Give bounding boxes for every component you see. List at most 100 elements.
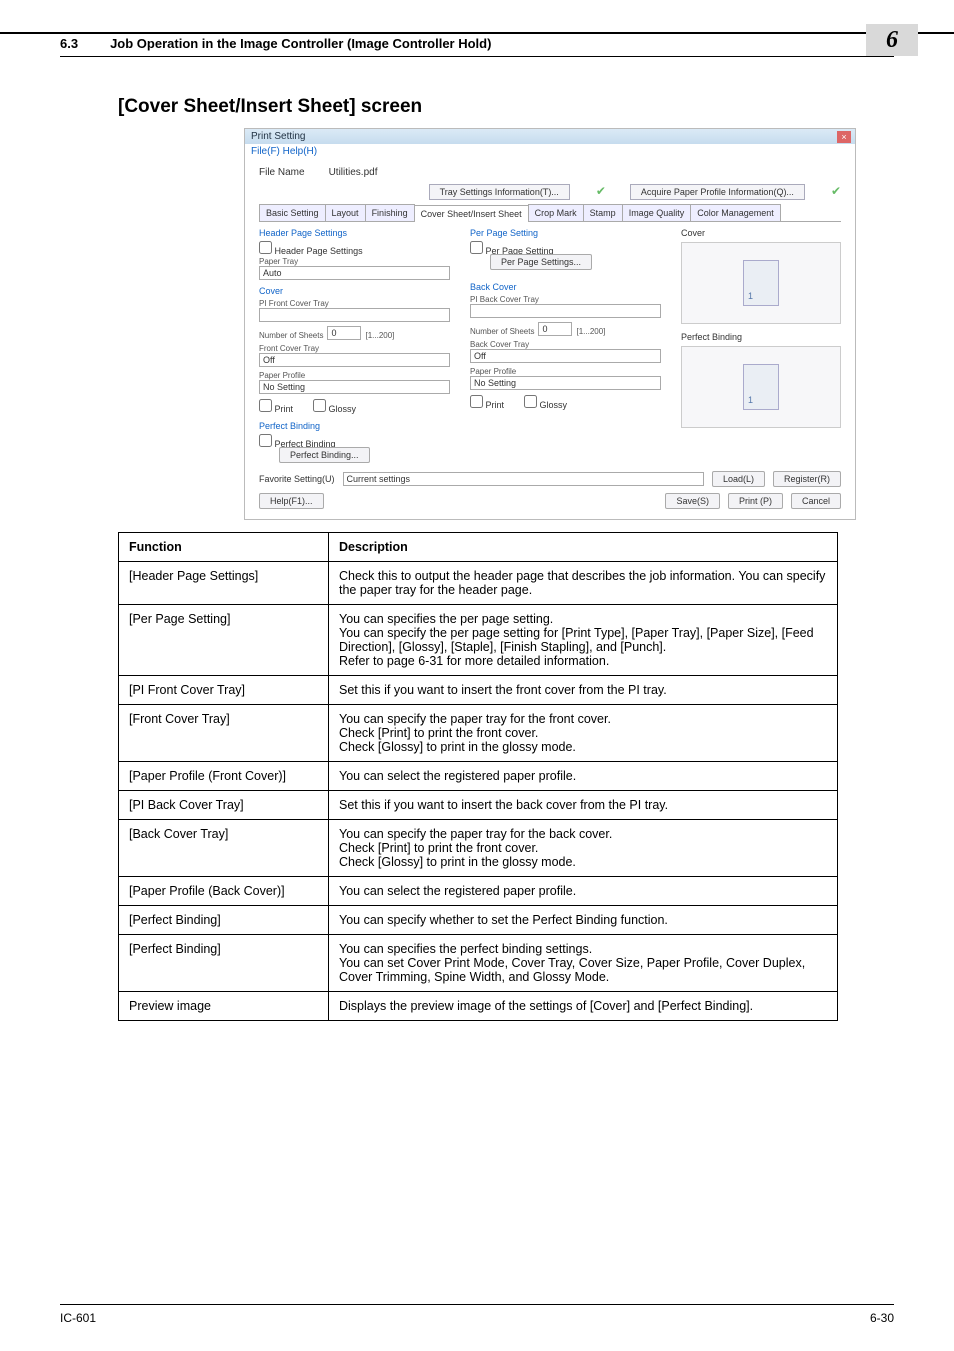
tab-basic-setting[interactable]: Basic Setting: [259, 204, 326, 221]
save-button[interactable]: Save(S): [665, 493, 720, 509]
description-cell: You can select the registered paper prof…: [329, 762, 838, 791]
pi-front-cover-tray-select[interactable]: [259, 308, 450, 322]
footer-right: 6-30: [870, 1311, 894, 1325]
dialog-titlebar: Print Setting ×: [245, 129, 855, 144]
function-cell: Preview image: [119, 992, 329, 1021]
pi-back-cover-tray-label: PI Back Cover Tray: [470, 295, 661, 304]
tab-image-quality[interactable]: Image Quality: [622, 204, 692, 221]
preview-pb-label: Perfect Binding: [681, 332, 841, 342]
dialog-menu[interactable]: File(F) Help(H): [245, 144, 855, 159]
function-cell: [Header Page Settings]: [119, 562, 329, 605]
tab-stamp[interactable]: Stamp: [583, 204, 623, 221]
description-cell: Set this if you want to insert the back …: [329, 791, 838, 820]
function-cell: [Front Cover Tray]: [119, 705, 329, 762]
print-back-checkbox[interactable]: Print: [470, 395, 504, 410]
paper-profile-back-select[interactable]: No Setting: [470, 376, 661, 390]
table-header-description: Description: [329, 533, 838, 562]
tab-cover-sheet[interactable]: Cover Sheet/Insert Sheet: [414, 205, 529, 222]
page-icon: [743, 260, 779, 306]
function-cell: [Perfect Binding]: [119, 935, 329, 992]
check-icon: ✔: [596, 184, 606, 200]
description-cell: You can specify the paper tray for the b…: [329, 820, 838, 877]
table-row: [Perfect Binding]You can specify whether…: [119, 906, 838, 935]
register-button[interactable]: Register(R): [773, 471, 841, 487]
per-page-setting-label: Per Page Setting: [470, 228, 661, 238]
front-cover-tray-select[interactable]: Off: [259, 353, 450, 367]
table-row: [Back Cover Tray]You can specify the pap…: [119, 820, 838, 877]
footer-left: IC-601: [60, 1311, 96, 1325]
favorite-setting-label: Favorite Setting(U): [259, 474, 335, 484]
function-cell: [Paper Profile (Front Cover)]: [119, 762, 329, 791]
table-row: [Perfect Binding]You can specifies the p…: [119, 935, 838, 992]
file-name-label: File Name: [259, 167, 305, 178]
description-cell: You can specifies the per page setting.Y…: [329, 605, 838, 676]
cover-label: Cover: [259, 286, 450, 296]
chapter-badge: 6: [866, 24, 918, 56]
tab-color-management[interactable]: Color Management: [690, 204, 781, 221]
preview-cover-box: [681, 242, 841, 324]
table-row: Preview imageDisplays the preview image …: [119, 992, 838, 1021]
number-of-sheets-back-range: [1...200]: [576, 327, 605, 336]
load-button[interactable]: Load(L): [712, 471, 765, 487]
function-table: Function Description [Header Page Settin…: [118, 532, 838, 1021]
number-of-sheets-label: Number of Sheets: [259, 331, 323, 340]
number-of-sheets-back-input[interactable]: 0: [538, 322, 572, 336]
number-of-sheets-range: [1...200]: [365, 331, 394, 340]
description-cell: You can specify whether to set the Perfe…: [329, 906, 838, 935]
perfect-binding-button[interactable]: Perfect Binding...: [279, 447, 370, 463]
pi-front-cover-tray-label: PI Front Cover Tray: [259, 299, 450, 308]
tray-settings-info-button[interactable]: Tray Settings Information(T)...: [429, 184, 570, 200]
close-icon[interactable]: ×: [837, 131, 851, 143]
print-setting-dialog: Print Setting × File(F) Help(H) File Nam…: [244, 128, 856, 520]
description-cell: Displays the preview image of the settin…: [329, 992, 838, 1021]
page-header: 6.3 Job Operation in the Image Controlle…: [60, 36, 894, 51]
glossy-checkbox[interactable]: Glossy: [313, 399, 356, 414]
section-number: 6.3: [60, 36, 78, 51]
paper-tray-select[interactable]: Auto: [259, 266, 450, 280]
print-button[interactable]: Print (P): [728, 493, 783, 509]
file-name-value: Utilities.pdf: [329, 167, 378, 178]
tab-bar: Basic Setting Layout Finishing Cover She…: [259, 204, 841, 222]
back-cover-tray-select[interactable]: Off: [470, 349, 661, 363]
acquire-paper-profile-button[interactable]: Acquire Paper Profile Information(Q)...: [630, 184, 805, 200]
function-cell: [Paper Profile (Back Cover)]: [119, 877, 329, 906]
table-row: [Paper Profile (Back Cover)]You can sele…: [119, 877, 838, 906]
paper-tray-label: Paper Tray: [259, 257, 450, 266]
paper-profile-front-select[interactable]: No Setting: [259, 380, 450, 394]
help-button[interactable]: Help(F1)...: [259, 493, 324, 509]
back-cover-tray-label: Back Cover Tray: [470, 340, 661, 349]
tab-crop-mark[interactable]: Crop Mark: [528, 204, 584, 221]
header-page-settings-label: Header Page Settings: [259, 228, 450, 238]
screen-heading: [Cover Sheet/Insert Sheet] screen: [118, 96, 422, 118]
description-cell: Check this to output the header page tha…: [329, 562, 838, 605]
front-cover-tray-label: Front Cover Tray: [259, 344, 450, 353]
table-row: [Paper Profile (Front Cover)]You can sel…: [119, 762, 838, 791]
function-cell: [Perfect Binding]: [119, 906, 329, 935]
favorite-setting-select[interactable]: Current settings: [343, 472, 704, 486]
number-of-sheets-input[interactable]: 0: [327, 326, 361, 340]
back-cover-label: Back Cover: [470, 282, 661, 292]
preview-cover-label: Cover: [681, 228, 841, 238]
preview-pb-box: [681, 346, 841, 428]
number-of-sheets-back-label: Number of Sheets: [470, 327, 534, 336]
section-title: Job Operation in the Image Controller (I…: [78, 36, 894, 51]
table-header-function: Function: [119, 533, 329, 562]
function-cell: [Per Page Setting]: [119, 605, 329, 676]
function-cell: [Back Cover Tray]: [119, 820, 329, 877]
description-cell: You can specifies the perfect binding se…: [329, 935, 838, 992]
header-page-settings-checkbox[interactable]: Header Page Settings: [259, 241, 450, 256]
cancel-button[interactable]: Cancel: [791, 493, 841, 509]
table-row: [Header Page Settings]Check this to outp…: [119, 562, 838, 605]
tab-layout[interactable]: Layout: [325, 204, 366, 221]
function-cell: [PI Back Cover Tray]: [119, 791, 329, 820]
per-page-settings-button[interactable]: Per Page Settings...: [490, 254, 592, 270]
pi-back-cover-tray-select[interactable]: [470, 304, 661, 318]
description-cell: You can specify the paper tray for the f…: [329, 705, 838, 762]
paper-profile-back-label: Paper Profile: [470, 367, 661, 376]
table-row: [Per Page Setting]You can specifies the …: [119, 605, 838, 676]
page-icon: [743, 364, 779, 410]
print-checkbox[interactable]: Print: [259, 399, 293, 414]
tab-finishing[interactable]: Finishing: [365, 204, 415, 221]
glossy-back-checkbox[interactable]: Glossy: [524, 395, 567, 410]
perfect-binding-label: Perfect Binding: [259, 421, 450, 431]
